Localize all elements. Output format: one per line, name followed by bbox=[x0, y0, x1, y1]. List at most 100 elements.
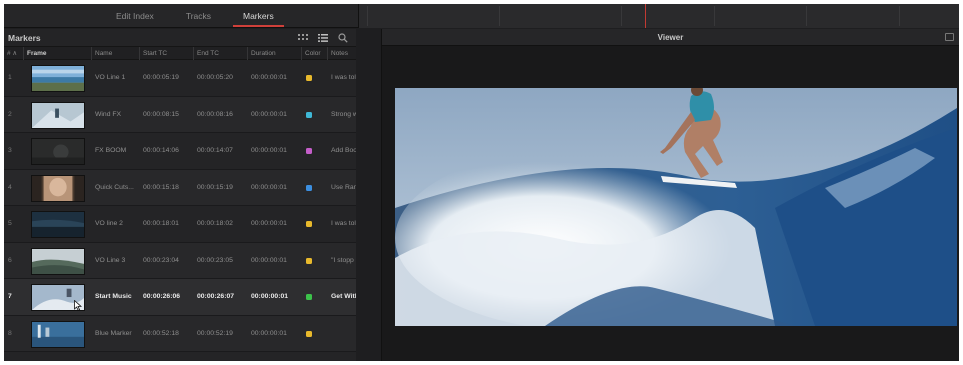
marker-number: 7 bbox=[8, 293, 12, 300]
marker-color-swatch[interactable] bbox=[306, 221, 312, 227]
marker-end-tc: 00:00:26:07 bbox=[197, 293, 235, 300]
viewer-panel: Viewer bbox=[381, 29, 959, 361]
marker-end-tc: 00:00:52:19 bbox=[197, 329, 233, 337]
marker-name: VO line 2 bbox=[95, 220, 123, 227]
marker-thumbnail bbox=[31, 247, 85, 275]
mouse-pointer-icon bbox=[74, 300, 82, 311]
marker-end-tc: 00:00:05:20 bbox=[197, 74, 233, 81]
marker-row[interactable]: 8 Blue Marker 00:00:52:18 00:00:52:19 00… bbox=[4, 315, 356, 352]
viewer-title: Viewer bbox=[657, 33, 684, 42]
timeline-segment bbox=[621, 6, 622, 26]
marker-row[interactable]: 6 VO Line 3 00:00:23:04 00:00:23:05 00:0… bbox=[4, 242, 356, 279]
marker-duration: 00:00:00:01 bbox=[251, 329, 287, 337]
marker-row[interactable]: 3 FX BOOM 00:00:14:06 00:00:14:07 00:00:… bbox=[4, 133, 356, 170]
marker-row[interactable]: 4 Quick Cuts... 00:00:15:18 00:00:15:19 … bbox=[4, 169, 356, 206]
viewer-header: Viewer bbox=[382, 29, 959, 46]
marker-start-tc: 00:00:05:19 bbox=[143, 74, 179, 81]
timeline-segment bbox=[899, 6, 900, 26]
column-duration[interactable]: Duration bbox=[248, 47, 302, 60]
marker-notes: "I stopp bbox=[331, 256, 354, 264]
panel-title: Markers bbox=[8, 32, 41, 43]
panel-divider[interactable] bbox=[358, 29, 381, 361]
marker-duration: 00:00:00:01 bbox=[251, 147, 287, 154]
search-icon[interactable] bbox=[338, 32, 348, 43]
marker-number: 5 bbox=[8, 220, 12, 227]
marker-notes: Add Boo bbox=[331, 147, 356, 154]
marker-thumbnail bbox=[31, 101, 85, 129]
top-tab-bar: Edit Index Tracks Markers bbox=[4, 4, 959, 28]
marker-color-swatch[interactable] bbox=[306, 75, 312, 81]
marker-color-swatch[interactable] bbox=[306, 111, 312, 118]
marker-notes: I was tol bbox=[331, 74, 356, 81]
marker-duration: 00:00:00:01 bbox=[251, 220, 287, 227]
column-number[interactable]: # ∧ bbox=[4, 47, 24, 60]
marker-color-swatch[interactable] bbox=[306, 257, 312, 264]
marker-end-tc: 00:00:18:02 bbox=[197, 220, 233, 227]
column-color[interactable]: Color bbox=[302, 47, 328, 60]
marker-name: VO Line 1 bbox=[95, 74, 126, 81]
marker-end-tc: 00:00:08:16 bbox=[197, 110, 233, 118]
tab-edit-index[interactable]: Edit Index bbox=[100, 4, 170, 28]
panel-toolbar bbox=[298, 32, 348, 43]
marker-start-tc: 00:00:15:18 bbox=[143, 183, 179, 191]
marker-thumbnail bbox=[31, 320, 85, 348]
timeline-segment bbox=[367, 6, 368, 26]
column-end-tc[interactable]: End TC bbox=[194, 47, 248, 60]
viewer-options-icon[interactable] bbox=[945, 33, 954, 41]
marker-duration: 00:00:00:01 bbox=[251, 256, 287, 264]
marker-thumbnail bbox=[31, 211, 85, 238]
column-name[interactable]: Name bbox=[92, 47, 140, 60]
marker-name: Quick Cuts... bbox=[95, 183, 134, 191]
marker-name: VO Line 3 bbox=[95, 256, 126, 264]
marker-duration: 00:00:00:01 bbox=[251, 74, 287, 81]
marker-start-tc: 00:00:14:06 bbox=[143, 147, 179, 154]
marker-end-tc: 00:00:15:19 bbox=[197, 183, 233, 191]
marker-thumbnail bbox=[31, 65, 85, 92]
marker-number: 8 bbox=[8, 329, 12, 337]
marker-duration: 00:00:00:01 bbox=[251, 183, 287, 191]
marker-name: Start Music bbox=[95, 293, 132, 300]
app-window: Edit Index Tracks Markers Markers # ∧ Fr… bbox=[4, 4, 959, 361]
marker-number: 3 bbox=[8, 147, 12, 154]
marker-color-swatch[interactable] bbox=[306, 294, 312, 300]
marker-row[interactable]: 1 VO Line 1 00:00:05:19 00:00:05:20 00:0… bbox=[4, 60, 356, 97]
markers-panel: Markers # ∧ Frame Name Start TC End TC D… bbox=[4, 29, 356, 361]
video-frame[interactable] bbox=[395, 88, 957, 326]
marker-start-tc: 00:00:18:01 bbox=[143, 220, 179, 227]
marker-notes: I was tol bbox=[331, 220, 356, 227]
marker-number: 1 bbox=[8, 74, 12, 81]
playhead[interactable] bbox=[645, 4, 646, 28]
marker-number: 6 bbox=[8, 256, 12, 264]
tab-tracks[interactable]: Tracks bbox=[170, 4, 227, 28]
marker-color-swatch[interactable] bbox=[306, 148, 312, 154]
marker-row[interactable]: 5 VO line 2 00:00:18:01 00:00:18:02 00:0… bbox=[4, 206, 356, 243]
column-start-tc[interactable]: Start TC bbox=[140, 47, 194, 60]
column-headers: # ∧ Frame Name Start TC End TC Duration … bbox=[4, 47, 356, 60]
marker-start-tc: 00:00:52:18 bbox=[143, 329, 179, 337]
timeline-ruler[interactable] bbox=[358, 4, 959, 28]
marker-name: Blue Marker bbox=[95, 329, 132, 337]
marker-start-tc: 00:00:08:15 bbox=[143, 110, 179, 118]
marker-number: 4 bbox=[8, 183, 12, 191]
marker-end-tc: 00:00:14:07 bbox=[197, 147, 233, 154]
list-view-icon[interactable] bbox=[318, 33, 328, 43]
timeline-segment bbox=[714, 6, 715, 26]
column-frame[interactable]: Frame bbox=[24, 47, 92, 60]
tab-markers[interactable]: Markers bbox=[227, 4, 290, 28]
marker-start-tc: 00:00:23:04 bbox=[143, 256, 179, 264]
marker-thumbnail bbox=[31, 138, 85, 165]
marker-number: 2 bbox=[8, 110, 12, 118]
timeline-segment bbox=[806, 6, 807, 26]
marker-start-tc: 00:00:26:06 bbox=[143, 293, 181, 300]
grid-view-icon[interactable] bbox=[298, 33, 308, 43]
marker-color-swatch[interactable] bbox=[306, 330, 312, 337]
marker-notes: Use Ran bbox=[331, 183, 356, 191]
marker-name: Wind FX bbox=[95, 110, 122, 118]
marker-color-swatch[interactable] bbox=[306, 184, 312, 191]
marker-thumbnail bbox=[31, 174, 85, 202]
column-notes[interactable]: Notes bbox=[328, 47, 356, 60]
tab-list: Edit Index Tracks Markers bbox=[100, 4, 290, 28]
marker-row[interactable]: 2 Wind FX 00:00:08:15 00:00:08:16 00:00:… bbox=[4, 96, 356, 133]
marker-row-selected[interactable]: 7 Start Music 00:00:26:06 00:00:26:07 00… bbox=[4, 279, 356, 316]
markers-list: 1 VO Line 1 00:00:05:19 00:00:05:20 00:0… bbox=[4, 60, 356, 352]
